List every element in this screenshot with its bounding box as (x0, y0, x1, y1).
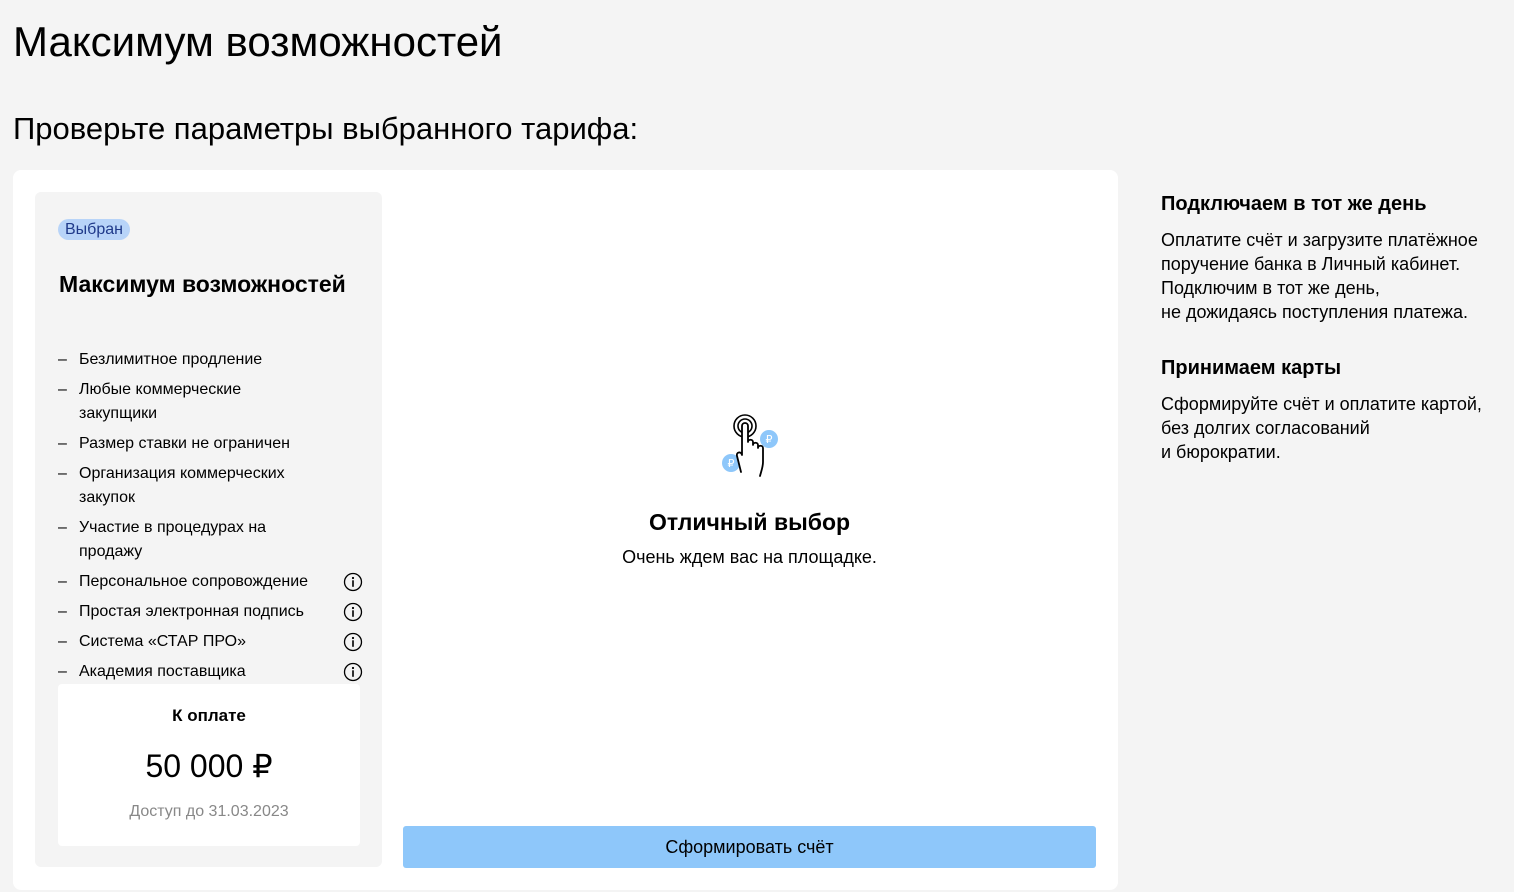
feature-text: Участие в процедурах на продажу (79, 519, 267, 560)
main-card: Выбран Максимум возможностей – Безлимитн… (13, 170, 1118, 890)
feature-list: – Безлимитное продление – Любые коммерче… (58, 348, 363, 690)
feature-dash: – (58, 663, 67, 680)
feature-text: Академия поставщика (79, 663, 246, 680)
payment-box: К оплате 50 000 ₽ Доступ до 31.03.2023 (58, 684, 360, 846)
payment-amount: 50 000 ₽ (145, 748, 273, 784)
create-invoice-button[interactable]: Сформировать счёт (403, 826, 1096, 868)
side-text: Оплатите счёт и загрузите платёжное пору… (1161, 230, 1478, 322)
feature-item: – Организация коммерческих закупок (58, 462, 363, 510)
feature-text: Организация коммерческих закупок (79, 465, 285, 506)
feature-item: – Участие в процедурах на продажу (58, 516, 363, 564)
page-subtitle: Проверьте параметры выбранного тарифа: (13, 111, 639, 146)
feature-item: – Простая электронная подпись (58, 600, 363, 624)
center-title: Отличный выбор (648, 509, 851, 535)
hand-tap-icon: ₽ ₽ (721, 414, 778, 477)
feature-dash: – (58, 351, 67, 368)
side-block-cards: Принимаем карты Сформируйте счёт и оплат… (1161, 356, 1511, 464)
feature-item: – Персональное сопровождение (58, 570, 363, 594)
info-icon[interactable] (343, 602, 363, 622)
payment-label: К оплате (172, 706, 246, 725)
feature-dash: – (58, 573, 67, 590)
access-until: Доступ до 31.03.2023 (129, 803, 289, 820)
selected-badge: Выбран (58, 219, 130, 240)
tariff-name: Максимум возможностей (59, 271, 346, 297)
feature-item: – Академия поставщика (58, 660, 363, 684)
feature-text: Система «СТАР ПРО» (79, 633, 246, 650)
feature-item: – Любые коммерческие закупщики (58, 378, 363, 426)
svg-text:₽: ₽ (765, 433, 772, 446)
feature-text: Персональное сопровождение (79, 573, 309, 590)
info-icon[interactable] (343, 572, 363, 592)
info-icon[interactable] (343, 632, 363, 652)
page-title: Максимум возможностей (13, 18, 503, 65)
feature-item: – Размер ставки не ограничен (58, 432, 363, 456)
feature-dash: – (58, 381, 67, 398)
feature-dash: – (58, 519, 67, 536)
feature-dash: – (58, 633, 67, 650)
side-text: Сформируйте счёт и оплатите картой, без … (1161, 394, 1482, 462)
feature-dash: – (58, 465, 67, 482)
feature-item: – Безлимитное продление (58, 348, 363, 372)
feature-text: Любые коммерческие закупщики (79, 381, 242, 422)
info-icon[interactable] (343, 662, 363, 682)
side-info: Подключаем в тот же день Оплатите счёт и… (1161, 192, 1511, 464)
svg-text:₽: ₽ (727, 457, 734, 470)
side-block-same-day: Подключаем в тот же день Оплатите счёт и… (1161, 192, 1511, 324)
feature-text: Размер ставки не ограничен (79, 435, 290, 452)
tariff-card: Выбран Максимум возможностей – Безлимитн… (35, 192, 382, 867)
center-text: Очень ждем вас на площадке. (622, 547, 877, 567)
feature-text: Безлимитное продление (79, 351, 263, 368)
feature-dash: – (58, 435, 67, 452)
side-heading: Принимаем карты (1161, 357, 1342, 379)
feature-item: – Система «СТАР ПРО» (58, 630, 363, 654)
side-heading: Подключаем в тот же день (1161, 193, 1427, 215)
feature-dash: – (58, 603, 67, 620)
center-message: ₽ ₽ Отличный выбор Очень ждем вас на пло… (403, 410, 1096, 568)
feature-text: Простая электронная подпись (79, 603, 304, 620)
